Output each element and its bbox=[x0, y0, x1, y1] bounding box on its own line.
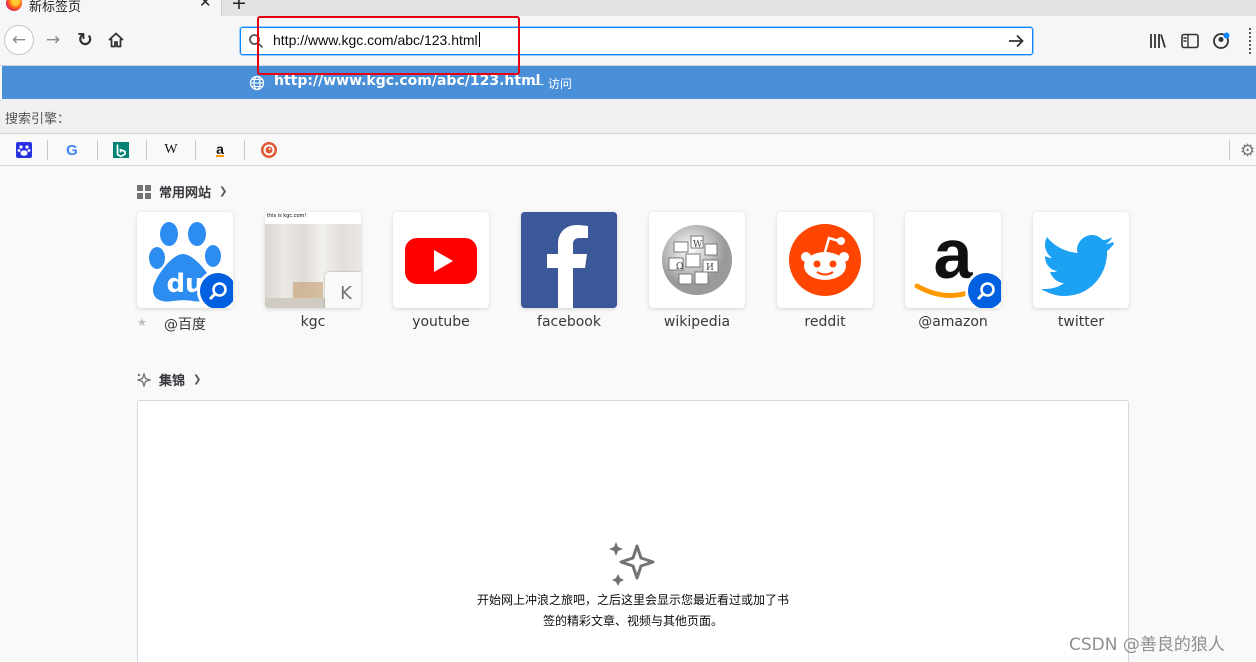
sidebar-icon[interactable] bbox=[1180, 31, 1200, 51]
annotation-highlight-box bbox=[257, 16, 520, 75]
search-engines-label: 搜索引擎： bbox=[5, 112, 71, 127]
kgc-letter: K bbox=[340, 282, 352, 304]
highlights-title: 集锦 bbox=[159, 374, 186, 389]
chevron-down-icon[interactable]: ❯ bbox=[219, 186, 227, 197]
twitter-icon bbox=[1041, 235, 1114, 296]
svg-text:Ω: Ω bbox=[676, 262, 683, 272]
tab-strip: 新标签页 ✕ + bbox=[0, 0, 1256, 16]
svg-text:W: W bbox=[693, 240, 703, 250]
site-tile[interactable] bbox=[393, 212, 489, 308]
wikipedia-icon: W bbox=[164, 142, 178, 157]
top-site-amazon[interactable]: a @amazon bbox=[905, 212, 1001, 330]
site-label: youtube bbox=[412, 314, 470, 330]
duckduckgo-icon bbox=[261, 142, 277, 158]
site-tile[interactable]: this is kgc.com! K bbox=[265, 212, 361, 308]
highlights-header[interactable]: 集锦 ❯ bbox=[137, 370, 201, 389]
svg-text:И: И bbox=[706, 263, 714, 273]
reddit-icon bbox=[789, 224, 861, 296]
nav-bar: ← → ↻ http://www.kgc.com/abc/123.html bbox=[0, 16, 1256, 66]
baidu-icon bbox=[16, 142, 32, 158]
site-label: kgc bbox=[300, 314, 326, 330]
tab-new-tab[interactable]: 新标签页 ✕ bbox=[0, 0, 222, 16]
site-tile[interactable] bbox=[777, 212, 873, 308]
site-tile[interactable] bbox=[521, 212, 617, 308]
search-engines-header: 搜索引擎： bbox=[0, 99, 1256, 134]
site-label: @amazon bbox=[918, 314, 988, 330]
overflow-menu-icon[interactable] bbox=[1249, 28, 1251, 54]
forward-arrow-icon: → bbox=[45, 30, 61, 50]
top-sites-header[interactable]: 常用网站 ❯ bbox=[137, 182, 227, 201]
top-site-baidu[interactable]: du ★ @百度 bbox=[137, 212, 233, 333]
site-label: wikipedia bbox=[663, 314, 731, 330]
top-site-twitter[interactable]: twitter bbox=[1033, 212, 1129, 330]
highlights-empty-line1: 开始网上冲浪之旅吧，之后这里会显示您最近看过或加了书 bbox=[476, 593, 789, 607]
search-icon bbox=[208, 282, 227, 301]
reload-icon: ↻ bbox=[77, 29, 93, 51]
search-badge bbox=[965, 270, 1001, 308]
site-label: twitter bbox=[1057, 314, 1105, 330]
gear-icon[interactable]: ⚙ bbox=[1240, 141, 1255, 161]
top-site-reddit[interactable]: reddit bbox=[777, 212, 873, 330]
highlights-empty-line2: 签的精彩文章、视频与其他页面。 bbox=[542, 614, 723, 628]
back-button[interactable]: ← bbox=[4, 25, 34, 55]
youtube-icon bbox=[405, 238, 477, 284]
thumbnail-text: this is kgc.com! bbox=[267, 213, 307, 219]
library-icon[interactable] bbox=[1148, 31, 1168, 51]
duckduckgo-engine-button[interactable] bbox=[260, 141, 278, 159]
baidu-engine-button[interactable] bbox=[15, 141, 33, 159]
close-tab-icon[interactable]: ✕ bbox=[199, 0, 212, 10]
bing-icon bbox=[113, 142, 129, 158]
wikipedia-icon: W Ω И bbox=[662, 225, 732, 295]
letter-badge: K bbox=[325, 272, 361, 308]
facebook-icon bbox=[521, 212, 617, 308]
home-button[interactable] bbox=[101, 25, 131, 55]
google-icon: G bbox=[66, 141, 78, 159]
site-label: reddit bbox=[804, 314, 846, 330]
url-suggestion-row[interactable]: http://www.kgc.com/abc/123.html — 访问 bbox=[2, 66, 1256, 99]
search-engines-row: G W a ⚙ bbox=[0, 134, 1256, 166]
highlights-empty-message: 开始网上冲浪之旅吧，之后这里会显示您最近看过或加了书 签的精彩文章、视频与其他页… bbox=[140, 590, 1126, 632]
globe-icon bbox=[249, 75, 265, 91]
sparkle-icon bbox=[137, 372, 151, 387]
highlights-empty-icon bbox=[609, 542, 655, 586]
top-site-facebook[interactable]: facebook bbox=[521, 212, 617, 330]
suggestion-url: http://www.kgc.com/abc/123.html bbox=[274, 73, 541, 89]
grid-icon bbox=[137, 184, 151, 199]
site-tile[interactable]: a bbox=[905, 212, 1001, 308]
google-engine-button[interactable]: G bbox=[63, 141, 81, 159]
go-arrow-icon[interactable] bbox=[1006, 31, 1026, 51]
amazon-icon: a bbox=[216, 141, 224, 157]
back-arrow-icon: ← bbox=[11, 30, 27, 50]
home-icon bbox=[108, 32, 124, 48]
engine-separator bbox=[1229, 140, 1230, 160]
site-tile[interactable] bbox=[1033, 212, 1129, 308]
wikipedia-engine-button[interactable]: W bbox=[162, 141, 180, 159]
search-icon bbox=[976, 282, 995, 301]
engine-separator bbox=[195, 140, 196, 160]
engine-separator bbox=[97, 140, 98, 160]
chevron-down-icon[interactable]: ❯ bbox=[193, 374, 201, 385]
top-sites-title: 常用网站 bbox=[159, 186, 212, 201]
engine-separator bbox=[244, 140, 245, 160]
top-site-youtube[interactable]: youtube bbox=[393, 212, 489, 330]
site-label: @百度 bbox=[164, 317, 206, 333]
engine-separator bbox=[146, 140, 147, 160]
top-site-wikipedia[interactable]: W Ω И wikipedia bbox=[649, 212, 745, 330]
site-tile[interactable]: du bbox=[137, 212, 233, 308]
account-icon[interactable] bbox=[1211, 31, 1231, 51]
forward-button[interactable]: → bbox=[38, 25, 68, 55]
engine-separator bbox=[47, 140, 48, 160]
amazon-engine-button[interactable]: a bbox=[211, 141, 229, 159]
reload-button[interactable]: ↻ bbox=[70, 25, 100, 55]
tab-title: 新标签页 bbox=[29, 0, 82, 15]
firefox-icon bbox=[6, 0, 22, 11]
bing-engine-button[interactable] bbox=[112, 141, 130, 159]
top-site-kgc[interactable]: this is kgc.com! K kgc bbox=[265, 212, 361, 330]
suggestion-action: — 访问 bbox=[532, 77, 572, 91]
watermark-text: CSDN @善良的狼人 bbox=[1069, 635, 1225, 655]
search-badge bbox=[197, 270, 233, 308]
new-tab-button[interactable]: + bbox=[231, 0, 247, 13]
site-label: facebook bbox=[537, 314, 601, 330]
site-tile[interactable]: W Ω И bbox=[649, 212, 745, 308]
